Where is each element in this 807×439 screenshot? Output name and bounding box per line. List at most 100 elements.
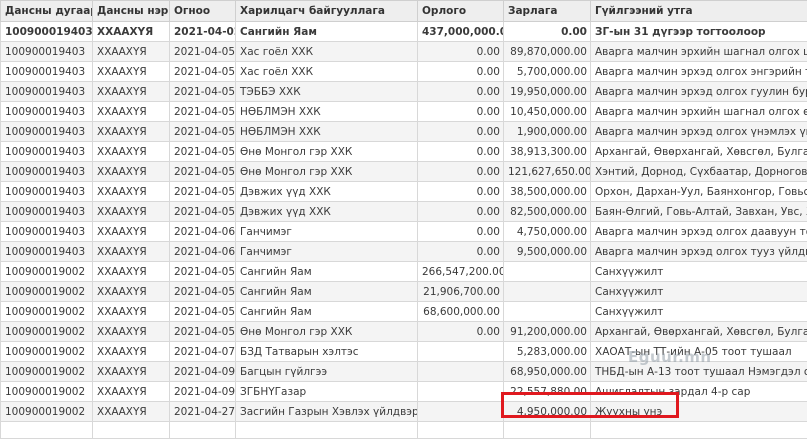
cell-partner: Багцын гүйлгээ: [236, 362, 418, 382]
cell-date: 2021-04-09: [170, 382, 236, 402]
column-header-partner[interactable]: Харилцагч байгууллага: [236, 1, 418, 22]
cell-partner: НӨБЛМЭН ХХК: [236, 102, 418, 122]
table-row[interactable]: 100900019403ХХААХҮЯ2021-04-05Хас гоёл ХХ…: [1, 42, 807, 62]
cell-income: 0.00: [418, 102, 504, 122]
cell-partner: Ганчимэг: [236, 222, 418, 242]
cell-date: 2021-04-27: [170, 402, 236, 422]
cell-partner: Өнө Монгол гэр ХХК: [236, 142, 418, 162]
column-header-expense[interactable]: Зарлага: [504, 1, 591, 22]
cell-description: Аварга малчин эрхийн шагнал олгох цом үй…: [591, 42, 807, 62]
cell-partner: Дэвжих үүд ХХК: [236, 202, 418, 222]
table-row[interactable]: 100900019002ХХААХҮЯ2021-04-05Сангийн Яам…: [1, 282, 807, 302]
column-header-date[interactable]: Огноо: [170, 1, 236, 22]
table-row[interactable]: 100900019002ХХААХҮЯ2021-04-27Засгийн Газ…: [1, 402, 807, 422]
cell-date: 2021-04-09: [170, 362, 236, 382]
cell-account-name: ХХААХҮЯ: [93, 202, 170, 222]
table-row[interactable]: 100900019002ХХААХҮЯ2021-04-09ЗГБНҮГазар2…: [1, 382, 807, 402]
table-row[interactable]: 100900019403ХХААХҮЯ2021-04-05НӨБЛМЭН ХХК…: [1, 102, 807, 122]
cell-description: Санхүүжилт: [591, 282, 807, 302]
table-row[interactable]: 100900019403ХХААХҮЯ2021-04-05Дэвжих үүд …: [1, 202, 807, 222]
cell-account-number: 100900019002: [1, 322, 93, 342]
transactions-table: Дансны дугаар Дансны нэр Огноо Харилцагч…: [0, 0, 807, 439]
cell-expense: 9,500,000.00: [504, 242, 591, 262]
cell-account-number: 100900019002: [1, 282, 93, 302]
cell-description: Архангай, Өвөрхангай, Хөвсгөл, Булган, С…: [591, 142, 807, 162]
cell-date: 2021-04-05: [170, 162, 236, 182]
cell-account-number: 100900019403: [1, 242, 93, 262]
cell-description: Аварга малчин эрхэд олгох тууз үйлдвэрлэ…: [591, 242, 807, 262]
cell-income: [418, 342, 504, 362]
table-row[interactable]: 100900019403ХХААХҮЯ2021-04-05Дэвжих үүд …: [1, 182, 807, 202]
cell-description: Баян-Өлгий, Говь-Алтай, Завхан, Увс, Хов…: [591, 202, 807, 222]
cell-description: Аварга малчин эрхэд олгох даавуун тор үй…: [591, 222, 807, 242]
cell-income: 68,600,000.00: [418, 302, 504, 322]
table-row[interactable]: 100900019403ХХААХҮЯ2021-04-05Хас гоёл ХХ…: [1, 62, 807, 82]
cell-expense: 38,500,000.00: [504, 182, 591, 202]
column-header-income[interactable]: Орлого: [418, 1, 504, 22]
table-row[interactable]: 100900019403ХХААХҮЯ2021-04-05НӨБЛМЭН ХХК…: [1, 122, 807, 142]
cell-income: 0.00: [418, 122, 504, 142]
cell-description: Аварга малчин эрхийн шагнал олгох өргөмж…: [591, 102, 807, 122]
cell-expense: 82,500,000.00: [504, 202, 591, 222]
cell-account-name: ХХААХҮЯ: [93, 42, 170, 62]
cell-account-name: ХХААХҮЯ: [93, 402, 170, 422]
cell-account-name: ХХААХҮЯ: [93, 182, 170, 202]
cell-date: 2021-04-05: [170, 62, 236, 82]
table-row[interactable]: 100900019403ХХААХҮЯ2021-04-05Өнө Монгол …: [1, 142, 807, 162]
cell-description: Жуухны үнэ: [591, 402, 807, 422]
cell-description: Орхон, Дархан-Уул, Баянхонгор, Говьсүмбэ…: [591, 182, 807, 202]
cell-description: ЗГ-ын 31 дүгээр тогтоолоор: [591, 22, 807, 42]
table-row[interactable]: 100900019403ХХААХҮЯ2021-04-05Өнө Монгол …: [1, 162, 807, 182]
cell-partner: НӨБЛМЭН ХХК: [236, 122, 418, 142]
cell-account-number: 100900019403: [1, 142, 93, 162]
cell-income: 0.00: [418, 222, 504, 242]
table-row[interactable]: 100900019403ХХААХҮЯ2021-04-06Ганчимэг0.0…: [1, 222, 807, 242]
cell-partner: Ганчимэг: [236, 242, 418, 262]
cell-account-number: 100900019403: [1, 182, 93, 202]
cell-account-number: 100900019002: [1, 362, 93, 382]
cell-partner: Хас гоёл ХХК: [236, 42, 418, 62]
cell-account-name: ХХААХҮЯ: [93, 82, 170, 102]
cell-account-name: ХХААХҮЯ: [93, 302, 170, 322]
cell-account-number: 100900019403: [1, 202, 93, 222]
table-row[interactable]: 100900019002ХХААХҮЯ2021-04-07БЗД Татвары…: [1, 342, 807, 362]
empty-cell: [1, 422, 93, 439]
table-row[interactable]: 100900019403ХХААХҮЯ2021-04-05ТЭББЭ ХХК0.…: [1, 82, 807, 102]
cell-account-number: 100900019403: [1, 122, 93, 142]
cell-date: 2021-04-05: [170, 322, 236, 342]
table-row[interactable]: 100900019002ХХААХҮЯ2021-04-05Сангийн Яам…: [1, 302, 807, 322]
cell-income: [418, 402, 504, 422]
cell-date: 2021-04-05: [170, 202, 236, 222]
cell-date: 2021-04-02: [170, 22, 236, 42]
cell-partner: Өнө Монгол гэр ХХК: [236, 322, 418, 342]
cell-income: [418, 362, 504, 382]
cell-account-number: 100900019403: [1, 222, 93, 242]
cell-partner: Хас гоёл ХХК: [236, 62, 418, 82]
column-header-account-name[interactable]: Дансны нэр: [93, 1, 170, 22]
cell-partner: ТЭББЭ ХХК: [236, 82, 418, 102]
cell-date: 2021-04-05: [170, 42, 236, 62]
cell-income: 0.00: [418, 202, 504, 222]
cell-income: 0.00: [418, 42, 504, 62]
table-body: 100900019403ХХААХҮЯ2021-04-02Сангийн Яам…: [1, 22, 807, 439]
column-header-description[interactable]: Гүйлгээний утга: [591, 1, 807, 22]
column-header-account-number[interactable]: Дансны дугаар: [1, 1, 93, 22]
table-row[interactable]: 100900019403ХХААХҮЯ2021-04-02Сангийн Яам…: [1, 22, 807, 42]
table-row[interactable]: 100900019002ХХААХҮЯ2021-04-09Багцын гүйл…: [1, 362, 807, 382]
table-row[interactable]: 100900019403ХХААХҮЯ2021-04-06Ганчимэг0.0…: [1, 242, 807, 262]
table-row[interactable]: 100900019002ХХААХҮЯ2021-04-05Сангийн Яам…: [1, 262, 807, 282]
table-row[interactable]: 100900019002ХХААХҮЯ2021-04-05Өнө Монгол …: [1, 322, 807, 342]
cell-account-name: ХХААХҮЯ: [93, 282, 170, 302]
empty-cell: [418, 422, 504, 439]
cell-account-name: ХХААХҮЯ: [93, 342, 170, 362]
cell-partner: БЗД Татварын хэлтэс: [236, 342, 418, 362]
cell-description: Аварга малчин эрхэд олгох энгэрийн тэмдэ…: [591, 62, 807, 82]
cell-income: 0.00: [418, 162, 504, 182]
cell-income: 0.00: [418, 242, 504, 262]
empty-cell: [170, 422, 236, 439]
cell-date: 2021-04-05: [170, 82, 236, 102]
cell-expense: 4,950,000.00: [504, 402, 591, 422]
cell-date: 2021-04-06: [170, 222, 236, 242]
cell-income: 0.00: [418, 322, 504, 342]
cell-expense: 121,627,650.00: [504, 162, 591, 182]
